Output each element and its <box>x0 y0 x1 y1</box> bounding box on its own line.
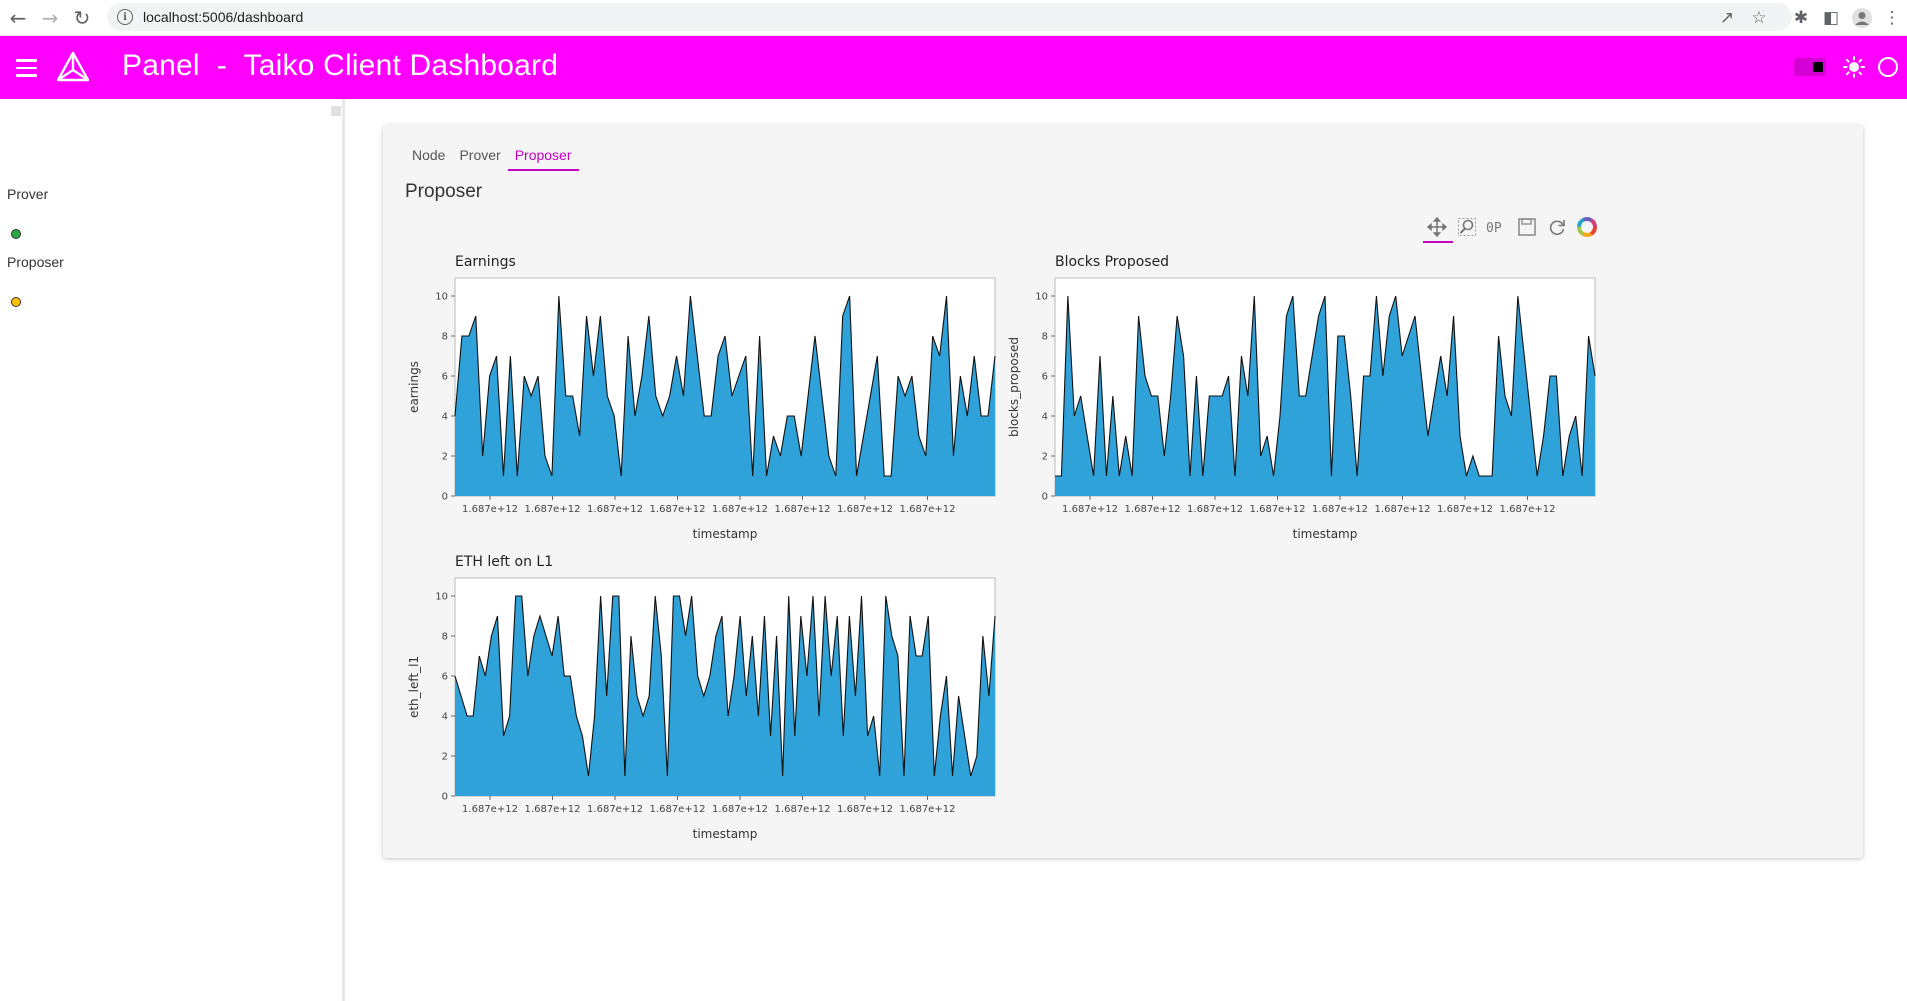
bookmark-star-icon[interactable]: ☆ <box>1744 0 1774 36</box>
sidebar-divider[interactable] <box>342 99 345 1001</box>
x-tick-label: 1.687e+12 <box>587 504 643 515</box>
panel-logo-icon <box>56 51 90 82</box>
x-axis-label: timestamp <box>693 827 758 841</box>
chart-title: ETH left on L1 <box>455 554 553 570</box>
y-tick-label: 0 <box>442 792 448 803</box>
side-panel-icon[interactable]: ◧ <box>1816 0 1846 36</box>
chart-title: Earnings <box>455 254 516 270</box>
tab-bar: Node Prover Proposer <box>405 145 579 171</box>
eth-left-l1-chart[interactable]: ETH left on L1 0 2 4 6 8 10 1.687e+12 1.687e+12 1… <box>405 550 996 860</box>
y-tick-label: 0 <box>442 492 448 503</box>
y-tick-label: 2 <box>442 452 448 463</box>
page-title: Panel - Taiko Client Dashboard <box>122 49 559 82</box>
x-tick-label: 1.687e+12 <box>1125 504 1181 515</box>
x-tick-label: 1.687e+12 <box>712 804 768 815</box>
y-tick-label: 8 <box>442 632 448 643</box>
section-title: Proposer <box>405 181 483 202</box>
forward-icon[interactable]: → <box>35 0 65 36</box>
x-tick-label: 1.687e+12 <box>1500 504 1556 515</box>
share-icon[interactable]: ↗ <box>1712 0 1742 36</box>
sidebar-label-proposer: Proposer <box>7 254 64 270</box>
x-tick-label: 1.687e+12 <box>900 804 956 815</box>
x-tick-label: 1.687e+12 <box>775 804 831 815</box>
theme-toggle[interactable] <box>1794 58 1826 76</box>
y-tick-label: 4 <box>442 712 448 723</box>
x-tick-label: 1.687e+12 <box>900 504 956 515</box>
y-tick-label: 10 <box>435 592 448 603</box>
address-bar[interactable]: i localhost:5006/dashboard <box>107 3 1792 31</box>
x-tick-label: 1.687e+12 <box>525 804 581 815</box>
sun-icon[interactable] <box>1843 56 1865 78</box>
browser-toolbar: ← → ↻ i localhost:5006/dashboard ↗ ☆ ✱ ◧… <box>0 0 1907 36</box>
blocks-proposed-chart[interactable]: Blocks Proposed 0 2 4 6 8 10 1.687e+12 1.687e+12… <box>1005 250 1596 560</box>
y-tick-label: 8 <box>1042 332 1048 343</box>
x-tick-label: 1.687e+12 <box>462 804 518 815</box>
x-tick-label: 1.687e+12 <box>1312 504 1368 515</box>
prover-status-indicator <box>11 229 21 239</box>
menu-kebab-icon[interactable]: ⋮ <box>1877 0 1907 36</box>
x-tick-label: 1.687e+12 <box>837 804 893 815</box>
x-tick-label: 1.687e+12 <box>650 804 706 815</box>
url-text[interactable]: localhost:5006/dashboard <box>143 9 303 25</box>
hamburger-menu-icon[interactable] <box>16 59 37 82</box>
x-tick-label: 1.687e+12 <box>712 504 768 515</box>
y-tick-label: 0 <box>1042 492 1048 503</box>
tab-node[interactable]: Node <box>405 145 452 171</box>
y-tick-label: 4 <box>442 412 448 423</box>
chart-title: Blocks Proposed <box>1055 254 1169 270</box>
y-tick-label: 4 <box>1042 412 1048 423</box>
y-tick-label: 10 <box>1035 292 1048 303</box>
x-tick-label: 1.687e+12 <box>1187 504 1243 515</box>
y-tick-label: 6 <box>442 672 448 683</box>
x-tick-label: 1.687e+12 <box>1437 504 1493 515</box>
y-axis-label: blocks_proposed <box>1007 337 1021 437</box>
x-tick-label: 1.687e+12 <box>1250 504 1306 515</box>
main-card: Node Prover Proposer Proposer 0P Earning… <box>383 125 1863 858</box>
sidebar-label-prover: Prover <box>7 186 49 202</box>
y-axis-label: eth_left_l1 <box>407 656 421 718</box>
x-axis-label: timestamp <box>693 527 758 541</box>
active-tool-indicator <box>1423 241 1453 243</box>
y-tick-label: 8 <box>442 332 448 343</box>
reload-icon[interactable]: ↻ <box>67 0 97 36</box>
tab-proposer[interactable]: Proposer <box>507 145 579 171</box>
x-tick-label: 1.687e+12 <box>837 504 893 515</box>
x-tick-label: 1.687e+12 <box>587 804 643 815</box>
y-tick-label: 6 <box>442 372 448 383</box>
y-axis-label: earnings <box>407 361 421 413</box>
proposer-status-indicator <box>11 297 21 307</box>
x-tick-label: 1.687e+12 <box>1062 504 1118 515</box>
x-tick-label: 1.687e+12 <box>1375 504 1431 515</box>
x-tick-label: 1.687e+12 <box>650 504 706 515</box>
y-tick-label: 2 <box>442 752 448 763</box>
reset-icon[interactable] <box>1543 213 1571 241</box>
pan-icon[interactable] <box>1423 213 1451 241</box>
y-tick-label: 2 <box>1042 452 1048 463</box>
box-zoom-icon[interactable] <box>1453 213 1481 241</box>
profile-avatar-icon[interactable] <box>1847 0 1877 36</box>
app-header: Panel - Taiko Client Dashboard <box>0 36 1907 99</box>
extensions-icon[interactable]: ✱ <box>1786 0 1816 36</box>
x-tick-label: 1.687e+12 <box>525 504 581 515</box>
tab-prover[interactable]: Prover <box>452 145 507 171</box>
x-tick-label: 1.687e+12 <box>462 504 518 515</box>
bokeh-logo-icon[interactable] <box>1573 213 1601 241</box>
x-tick-label: 1.687e+12 <box>775 504 831 515</box>
earnings-chart[interactable]: Earnings 0 2 4 6 8 10 1.687e+12 1.687e+12 1.687e+… <box>405 250 996 560</box>
save-icon[interactable] <box>1513 213 1541 241</box>
x-axis-label: timestamp <box>1293 527 1358 541</box>
svg-text:0P: 0P <box>1486 221 1502 236</box>
sidebar: Prover Proposer <box>0 99 342 1001</box>
back-icon[interactable]: ← <box>3 0 33 36</box>
busy-indicator-icon <box>1878 57 1898 77</box>
wheel-zoom-icon[interactable]: 0P <box>1483 213 1511 241</box>
site-info-icon[interactable]: i <box>117 9 133 25</box>
sidebar-scrollbar[interactable] <box>331 106 341 116</box>
y-tick-label: 6 <box>1042 372 1048 383</box>
y-tick-label: 10 <box>435 292 448 303</box>
